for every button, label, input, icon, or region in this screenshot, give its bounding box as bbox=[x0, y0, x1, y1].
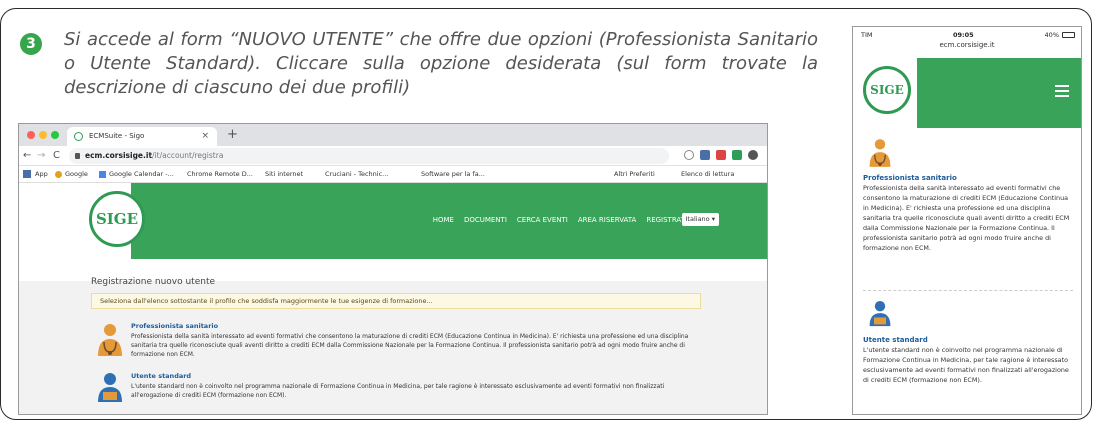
profile-avatar-icon[interactable] bbox=[748, 150, 758, 160]
nav-registrati[interactable]: REGISTRATI bbox=[646, 216, 687, 224]
tab-close-icon[interactable]: × bbox=[201, 127, 209, 146]
lock-icon bbox=[75, 153, 80, 159]
url-host: ecm.corsisige.it bbox=[85, 151, 153, 160]
mobile-role-utente-standard[interactable]: Utente standard L'utente standard non è … bbox=[863, 335, 1075, 385]
reload-icon[interactable]: C bbox=[53, 149, 60, 163]
mobile-logo-area: SIGE bbox=[853, 58, 917, 128]
bookmark-item[interactable]: Siti internet bbox=[265, 166, 303, 183]
logo-area: SIGE bbox=[19, 183, 145, 259]
role-description: L'utente standard non è coinvolto nel pr… bbox=[131, 383, 665, 399]
mobile-browser-screenshot: TIM 09:05 40% ecm.corsisige.it SIGE Prof… bbox=[852, 26, 1082, 415]
mobile-site-header: SIGE bbox=[853, 58, 1081, 128]
calendar-icon bbox=[99, 171, 106, 178]
doctor-icon bbox=[98, 324, 122, 356]
bookmark-item[interactable]: Cruciani - Technic... bbox=[325, 166, 388, 183]
role-title: Utente standard bbox=[863, 336, 928, 344]
nav-area-riservata[interactable]: AREA RISERVATA bbox=[578, 216, 636, 224]
bookmark-item[interactable]: Google Calendar -... bbox=[109, 166, 174, 183]
instruction-text: Si accede al form “NUOVO UTENTE” che off… bbox=[64, 29, 818, 98]
forward-arrow-icon[interactable]: → bbox=[37, 149, 45, 163]
sige-logo[interactable]: SIGE bbox=[863, 66, 911, 114]
maximize-window-icon[interactable] bbox=[51, 131, 59, 139]
nav-documenti[interactable]: DOCUMENTI bbox=[464, 216, 507, 224]
browser-tab-bar: ECMSuite - Sigo × + bbox=[19, 124, 767, 146]
tab-title: ECMSuite - Sigo bbox=[89, 132, 145, 140]
sige-logo[interactable]: SIGE bbox=[89, 191, 145, 247]
step-number-badge: 3 bbox=[20, 33, 42, 55]
close-window-icon[interactable] bbox=[27, 131, 35, 139]
hamburger-menu-icon[interactable] bbox=[1055, 85, 1069, 100]
role-option-utente-standard[interactable]: Utente standard L'utente standard non è … bbox=[91, 372, 701, 408]
url-field[interactable]: ecm.corsisige.it/it/account/registra bbox=[69, 148, 669, 164]
site-favicon-icon bbox=[74, 132, 83, 141]
mobile-url[interactable]: ecm.corsisige.it bbox=[853, 40, 1081, 50]
minimize-window-icon[interactable] bbox=[39, 131, 47, 139]
extension-icon[interactable] bbox=[732, 150, 742, 160]
doctor-icon bbox=[869, 139, 891, 167]
back-arrow-icon[interactable]: ← bbox=[23, 149, 31, 163]
google-icon bbox=[55, 171, 62, 178]
browser-tab[interactable]: ECMSuite - Sigo × bbox=[67, 127, 217, 146]
role-title: Utente standard bbox=[131, 372, 192, 380]
selection-notice: Seleziona dall'elenco sottostante il pro… bbox=[91, 293, 701, 309]
url-path: /it/account/registra bbox=[152, 151, 224, 160]
bookmark-item[interactable]: Chrome Remote D... bbox=[187, 166, 253, 183]
nav-cerca-eventi[interactable]: CERCA EVENTI bbox=[517, 216, 568, 224]
desktop-browser-screenshot: ECMSuite - Sigo × + ← → C ecm.corsisige.… bbox=[18, 123, 768, 415]
role-description: L'utente standard non è coinvolto nel pr… bbox=[863, 346, 1069, 384]
bookmarks-bar: App Google Google Calendar -... Chrome R… bbox=[19, 166, 767, 183]
page-title: Registrazione nuovo utente bbox=[91, 277, 216, 287]
extension-icon[interactable] bbox=[700, 150, 710, 160]
bookmark-item[interactable]: Altri Preferiti bbox=[614, 166, 655, 183]
language-select[interactable]: Italiano ▾ bbox=[681, 213, 719, 226]
user-reading-icon bbox=[869, 301, 891, 327]
role-title: Professionista sanitario bbox=[131, 322, 219, 330]
main-nav: HOME DOCUMENTI CERCA EVENTI AREA RISERVATA R… bbox=[423, 215, 687, 225]
bookmark-item[interactable]: App bbox=[35, 166, 48, 183]
mobile-role-professionista[interactable]: Professionista sanitario Professionista … bbox=[863, 173, 1075, 253]
bookmark-item[interactable]: Elenco di lettura bbox=[681, 166, 734, 183]
role-option-professionista[interactable]: Professionista sanitario Professionista … bbox=[91, 322, 701, 366]
bookmark-item[interactable]: Google bbox=[65, 166, 88, 183]
role-description: Professionista della sanità interessato … bbox=[131, 333, 689, 358]
star-bookmark-icon[interactable] bbox=[684, 150, 694, 160]
new-tab-button[interactable]: + bbox=[227, 127, 238, 143]
apps-grid-icon bbox=[23, 170, 31, 178]
user-reading-icon bbox=[98, 373, 122, 402]
address-bar-row: ← → C ecm.corsisige.it/it/account/regist… bbox=[19, 146, 767, 166]
nav-home[interactable]: HOME bbox=[433, 216, 454, 224]
site-header: SIGE HOME DOCUMENTI CERCA EVENTI AREA RISER… bbox=[19, 183, 767, 259]
extension-icon[interactable] bbox=[716, 150, 726, 160]
divider bbox=[863, 290, 1073, 291]
battery-icon bbox=[1062, 32, 1075, 38]
role-title: Professionista sanitario bbox=[863, 174, 957, 182]
bookmark-item[interactable]: Software per la fa... bbox=[421, 166, 485, 183]
role-description: Professionista della sanità interessato … bbox=[863, 184, 1070, 252]
